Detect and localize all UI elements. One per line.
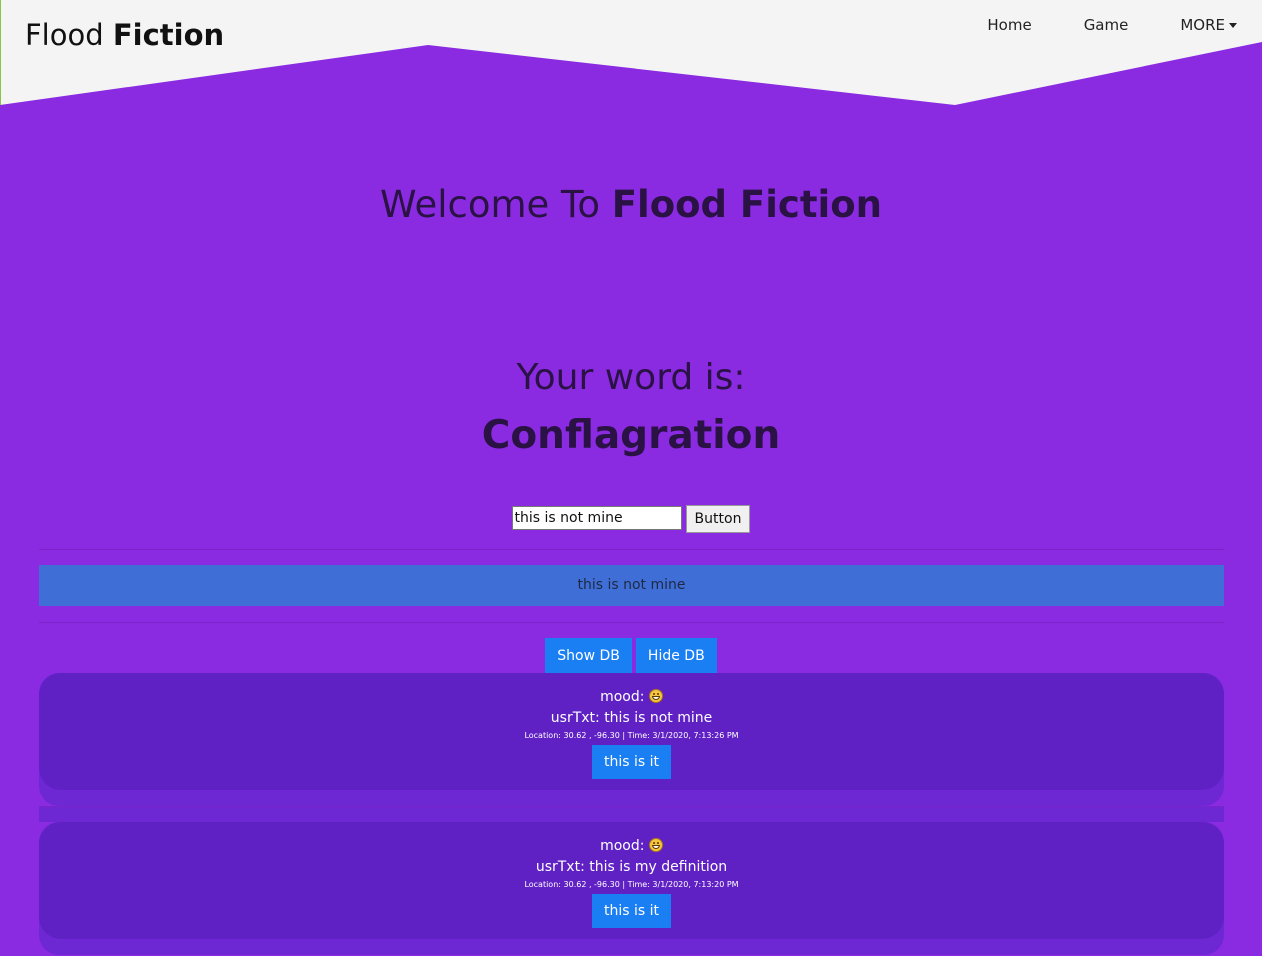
definition-input[interactable] bbox=[511, 506, 682, 530]
page: Flood Fiction Home Game MORE Welcome To … bbox=[0, 0, 1262, 956]
nav-more-dropdown[interactable]: MORE bbox=[1154, 15, 1237, 35]
welcome-bold: Flood Fiction bbox=[611, 183, 882, 226]
word-of-day: Conflagration bbox=[481, 413, 781, 458]
entry-action-button[interactable]: this is it bbox=[591, 894, 671, 928]
list-item: mood: usrTxt: this is my definition Loca… bbox=[39, 822, 1224, 955]
entry-user-text: usrTxt: this is not mine bbox=[550, 710, 713, 726]
show-db-button[interactable]: Show DB bbox=[545, 638, 632, 673]
word-intro: Your word is: bbox=[516, 357, 746, 398]
entry-user-text: usrTxt: this is my definition bbox=[535, 859, 728, 875]
db-button-group: Show DB Hide DB bbox=[0, 638, 1262, 673]
top-nav: Home Game MORE bbox=[961, 15, 1237, 35]
welcome-prefix: Welcome To bbox=[380, 183, 600, 226]
entry-meta: Location: 30.62 , -96.30 | Time: 3/1/202… bbox=[524, 731, 739, 740]
entry-mood: mood: bbox=[39, 836, 1224, 856]
nav-more-label: MORE bbox=[1180, 16, 1225, 34]
brand-light-text: Flood bbox=[25, 18, 104, 52]
definition-form: Button bbox=[0, 505, 1262, 533]
entry-card: mood: usrTxt: this is my definition Loca… bbox=[39, 822, 1224, 939]
entry-mood: mood: bbox=[39, 687, 1224, 707]
submit-button[interactable]: Button bbox=[685, 505, 751, 533]
brand-logo[interactable]: Flood Fiction bbox=[25, 18, 224, 52]
list-item: mood: usrTxt: this is not mine Location:… bbox=[39, 673, 1224, 806]
nav-home-link[interactable]: Home bbox=[961, 15, 1057, 35]
grin-emoji-icon bbox=[648, 689, 663, 703]
mood-label: mood: bbox=[600, 838, 645, 854]
divider bbox=[39, 622, 1224, 623]
brand-bold-text: Fiction bbox=[112, 18, 225, 52]
divider bbox=[39, 549, 1224, 550]
grin-emoji-icon bbox=[648, 838, 663, 852]
entry-action-button[interactable]: this is it bbox=[591, 745, 671, 779]
entry-meta: Location: 30.62 , -96.30 | Time: 3/1/202… bbox=[524, 880, 739, 889]
caret-down-icon bbox=[1229, 23, 1237, 28]
welcome-heading: Welcome To Flood Fiction bbox=[0, 183, 1262, 226]
output-text-bar: this is not mine bbox=[39, 565, 1224, 606]
mood-label: mood: bbox=[600, 689, 645, 705]
entry-card: mood: usrTxt: this is not mine Location:… bbox=[39, 673, 1224, 790]
nav-game-link[interactable]: Game bbox=[1058, 15, 1155, 35]
entry-spacer bbox=[39, 807, 1224, 822]
hide-db-button[interactable]: Hide DB bbox=[635, 638, 717, 673]
db-entries-list: mood: usrTxt: this is not mine Location:… bbox=[39, 673, 1224, 955]
